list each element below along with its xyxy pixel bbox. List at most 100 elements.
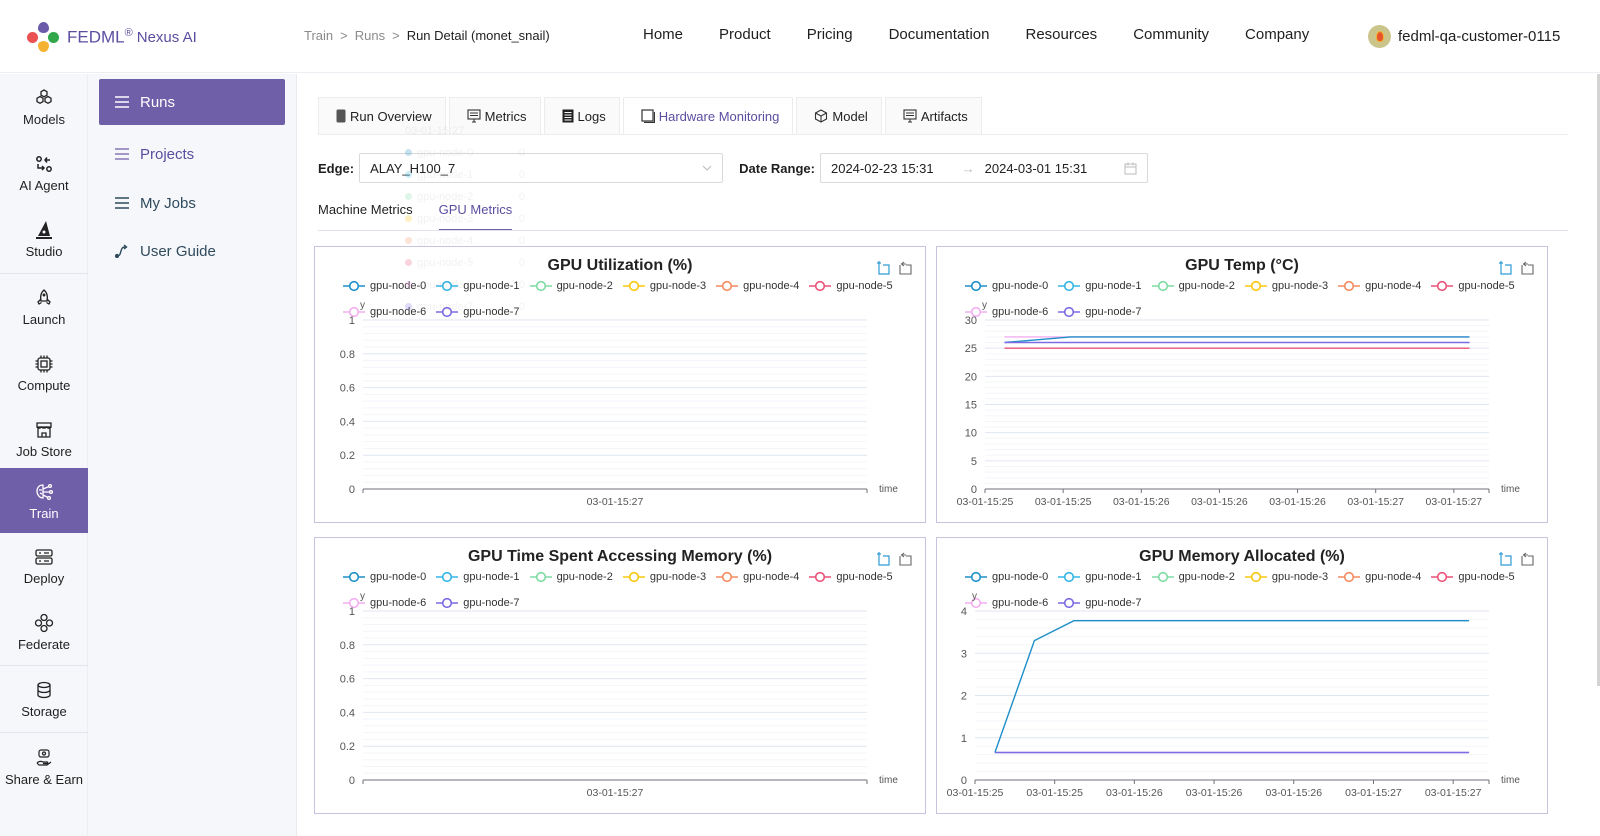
y-tick-label: 0.8	[340, 349, 355, 361]
nav-company[interactable]: Company	[1245, 26, 1309, 43]
y-tick-label: 0	[349, 484, 355, 496]
filters-bar: Edge: ALAY_H100_7 Date Range: 2024-02-23…	[318, 153, 1148, 183]
subnav-item-projects[interactable]: Projects	[99, 131, 285, 177]
rail-item-job-store[interactable]: Job Store	[0, 406, 88, 472]
y-tick-label: 0	[961, 775, 967, 787]
y-tick-label: 30	[965, 315, 977, 327]
arrow-right-icon: →	[961, 160, 975, 176]
subtabs-divider	[318, 230, 1568, 231]
chart-plot: y 0 0.2 0.4 0.6 0.8 1 time 03-01-15:27	[340, 591, 899, 799]
x-tick-label: 03-01-15:25	[947, 787, 1004, 799]
tab-artifacts[interactable]: Artifacts	[884, 97, 982, 134]
balloon-icon	[1375, 31, 1384, 42]
date-end-input[interactable]: 2024-03-01 15:31	[985, 161, 1088, 176]
icon-rail: Models AI Agent Studio Launch Compute Jo…	[0, 74, 88, 836]
y-tick-label: 1	[961, 733, 967, 745]
y-tick-label: 1	[349, 606, 355, 618]
tabs-divider	[318, 134, 1568, 135]
rail-item-compute[interactable]: Compute	[0, 340, 88, 406]
brain-icon	[33, 481, 55, 503]
username: fedml-qa-customer-0115	[1398, 28, 1561, 45]
tab-logs[interactable]: Logs	[543, 97, 620, 134]
y-axis-label: y	[972, 591, 977, 602]
x-axis-label: time	[879, 775, 898, 786]
nav-home[interactable]: Home	[643, 26, 683, 43]
x-tick-label: 03-01-15:25	[957, 496, 1014, 508]
brand-logo[interactable]: FEDML® Nexus AI	[27, 22, 197, 52]
rail-item-share-earn[interactable]: Share & Earn	[0, 734, 88, 800]
tab-hardware-monitoring[interactable]: Hardware Monitoring	[622, 97, 794, 134]
subtab-machine-metrics[interactable]: Machine Metrics	[318, 202, 413, 231]
y-tick-label: 0	[971, 484, 977, 496]
chart-plot: y 0 0.2 0.4 0.6 0.8 1 time 03-01-15:27	[340, 300, 899, 508]
run-detail-tabs: Run Overview Metrics Logs Hardware Monit…	[318, 97, 985, 134]
edge-select[interactable]: ALAY_H100_7	[359, 153, 724, 183]
y-tick-label: 2	[961, 691, 967, 703]
rail-item-deploy[interactable]: Deploy	[0, 533, 88, 599]
y-tick-label: 1	[349, 315, 355, 327]
date-start-input[interactable]: 2024-02-23 15:31	[831, 161, 934, 176]
rail-item-studio[interactable]: Studio	[0, 206, 88, 272]
y-tick-label: 15	[965, 400, 977, 412]
subnav-item-runs[interactable]: Runs	[99, 79, 285, 125]
x-axis-label: time	[1501, 484, 1520, 495]
nav-community[interactable]: Community	[1133, 26, 1209, 43]
x-axis-label: time	[1501, 775, 1520, 786]
rocket-icon	[33, 287, 55, 309]
rail-item-train[interactable]: Train	[0, 468, 88, 533]
rail-item-models[interactable]: Models	[0, 74, 88, 140]
subtab-gpu-metrics[interactable]: GPU Metrics	[438, 202, 513, 231]
nav-product[interactable]: Product	[719, 26, 771, 43]
x-tick-label: 03-01-15:26	[1269, 496, 1326, 508]
breadcrumb-separator: >	[340, 28, 348, 43]
tab-run-overview[interactable]: Run Overview	[318, 97, 446, 134]
document-icon	[562, 109, 574, 123]
x-tick-label: 03-01-15:27	[587, 496, 644, 508]
subnav-item-my-jobs[interactable]: My Jobs	[99, 180, 285, 226]
breadcrumb: Train > Runs > Run Detail (monet_snail)	[304, 28, 550, 43]
y-tick-label: 0.6	[340, 383, 355, 395]
tab-metrics[interactable]: Metrics	[448, 97, 541, 134]
box-icon	[814, 109, 828, 123]
y-tick-label: 0.4	[340, 707, 355, 719]
main-nav: Home Product Pricing Documentation Resou…	[643, 26, 1309, 43]
breadcrumb-train[interactable]: Train	[304, 28, 333, 43]
chevron-down-icon	[702, 163, 712, 174]
subnav-item-user-guide[interactable]: User Guide	[99, 228, 285, 274]
menu-icon	[115, 197, 129, 209]
x-tick-label: 03-01-15:26	[1191, 496, 1248, 508]
series-line-gpu-node-0[interactable]	[1004, 336, 1470, 344]
rail-item-launch[interactable]: Launch	[0, 274, 88, 340]
avatar	[1368, 25, 1391, 48]
top-header: FEDML® Nexus AI Train > Runs > Run Detail…	[0, 0, 1600, 73]
server-icon	[33, 546, 55, 568]
nav-documentation[interactable]: Documentation	[889, 26, 990, 43]
nav-pricing[interactable]: Pricing	[807, 26, 853, 43]
rail-item-federate[interactable]: Federate	[0, 599, 88, 665]
nav-resources[interactable]: Resources	[1025, 26, 1097, 43]
rail-item-storage[interactable]: Storage	[0, 666, 88, 732]
breadcrumb-runs[interactable]: Runs	[355, 28, 385, 43]
calendar-icon[interactable]	[1124, 162, 1137, 175]
chart-gpu-memory-allocated: GPU Memory Allocated (%) gpu-node-0 gpu-no…	[936, 537, 1548, 814]
x-tick-label: 03-01-15:27	[587, 787, 644, 799]
chart-gpu-utilization: GPU Utilization (%) gpu-node-0 gpu-node-1 g…	[314, 246, 926, 523]
date-range-picker[interactable]: 2024-02-23 15:31 → 2024-03-01 15:31	[819, 153, 1148, 183]
cubes-icon	[33, 87, 55, 109]
y-axis-label: y	[360, 591, 365, 602]
x-tick-label: 03-01-15:27	[1345, 787, 1402, 799]
tab-model[interactable]: Model	[796, 97, 882, 134]
rail-item-ai-agent[interactable]: AI Agent	[0, 140, 88, 206]
rail-divider	[0, 732, 88, 733]
secondary-sidebar: Runs Projects My Jobs User Guide	[88, 74, 297, 836]
date-range-label: Date Range:	[739, 160, 815, 176]
y-tick-label: 0.8	[340, 640, 355, 652]
y-tick-label: 25	[965, 343, 977, 355]
monitor-icon	[903, 109, 917, 123]
main-content: Run Overview Metrics Logs Hardware Monit…	[298, 74, 1586, 836]
x-tick-label: 03-01-15:26	[1265, 787, 1322, 799]
edge-select-value: ALAY_H100_7	[370, 160, 456, 176]
x-axis-label: time	[879, 484, 898, 495]
user-menu[interactable]: fedml-qa-customer-0115	[1368, 25, 1560, 48]
x-tick-label: 03-01-15:27	[1425, 787, 1482, 799]
